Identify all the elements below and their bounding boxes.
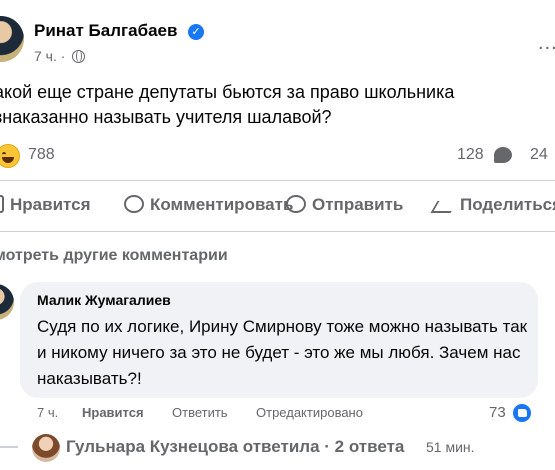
reaction-count[interactable]: 788 — [28, 146, 55, 164]
post-time: 7 ч. · — [34, 48, 66, 64]
reply-thread-line — [0, 446, 18, 448]
comment-author-name[interactable]: Малик Жумагалиев — [37, 292, 171, 308]
thumbs-up-icon — [0, 195, 4, 213]
comment-like-count[interactable]: 73 — [489, 404, 506, 421]
comment-icon — [124, 195, 144, 213]
author-avatar[interactable] — [0, 16, 24, 62]
post-author-name[interactable]: Ринат Балгабаев — [34, 21, 177, 41]
replier-avatar — [32, 434, 60, 462]
like-button[interactable]: Нравится — [0, 195, 91, 215]
comment-like-button[interactable]: Нравится — [82, 405, 144, 420]
comment-count[interactable]: 128 — [457, 146, 484, 164]
send-button[interactable]: Отправить — [286, 195, 403, 215]
comment-edited-label[interactable]: Отредактировано — [256, 405, 363, 420]
share-button[interactable]: Поделиться — [430, 195, 555, 215]
haha-reaction-icon[interactable] — [0, 144, 20, 168]
reply-time: 51 мин. — [426, 439, 475, 455]
globe-icon — [72, 50, 86, 63]
messenger-icon — [286, 195, 306, 213]
post-text: акой еще стране депутаты бьются за право… — [0, 80, 555, 130]
comment-bubble-icon — [494, 147, 512, 163]
post-text-line-1: акой еще стране депутаты бьются за право… — [0, 82, 455, 102]
commenter-avatar[interactable] — [0, 284, 14, 320]
comment-text: Судя по их логике, Ирину Смирнову тоже м… — [37, 317, 528, 388]
send-button-label: Отправить — [312, 195, 404, 214]
post-text-line-2: знаказанно называть учителя шалавой? — [0, 107, 332, 127]
like-reaction-icon[interactable] — [511, 402, 533, 424]
comment-button-label: Комментировать — [150, 195, 294, 214]
comment-button[interactable]: Комментировать — [124, 195, 293, 215]
share-arrow-icon — [430, 201, 458, 213]
view-replies-link[interactable]: Гульнара Кузнецова ответила · 2 ответа — [66, 437, 404, 457]
comment-time[interactable]: 7 ч. — [37, 405, 58, 420]
view-more-comments-link[interactable]: мотреть другие комментарии — [0, 247, 228, 265]
divider — [0, 231, 555, 232]
post-timestamp[interactable]: 7 ч. · — [34, 48, 86, 64]
verified-badge-icon: ✓ — [188, 24, 204, 40]
share-count[interactable]: 24 — [530, 146, 548, 164]
share-button-label: Поделиться — [460, 195, 555, 214]
like-button-label: Нравится — [10, 195, 91, 214]
more-options-icon[interactable]: ... — [538, 32, 555, 55]
comment-reply-button[interactable]: Ответить — [172, 405, 228, 420]
divider — [0, 180, 555, 181]
